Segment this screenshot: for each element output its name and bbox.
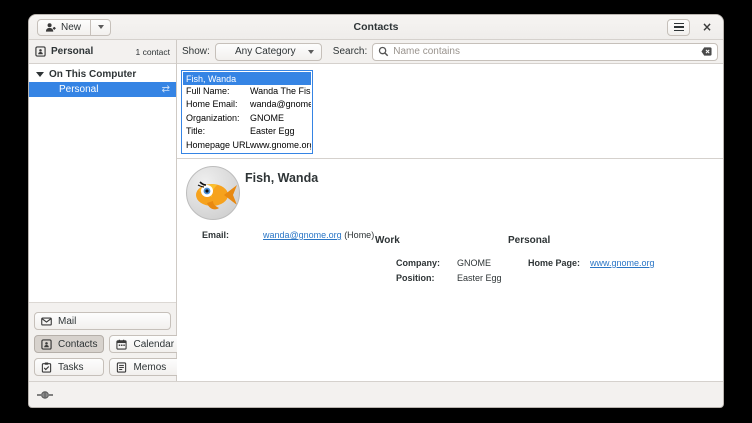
tree-item-personal[interactable]: Personal ⇄ [29,82,176,97]
clear-search-icon[interactable] [701,46,712,57]
minicard-row: Full Name: Wanda The Fish [183,85,311,98]
addressbook-tree: On This Computer Personal ⇄ [29,64,176,302]
switcher-calendar-button[interactable]: Calendar [109,335,181,353]
personal-section-header: Personal [508,235,550,246]
contact-count: 1 contact [136,47,171,57]
minicard-row: Homepage URL: www.gnome.org [183,139,311,152]
category-value: Any Category [223,46,308,57]
statusbar [29,381,723,407]
new-button-label: New [61,22,81,33]
search-label: Search: [333,46,367,57]
contact-list: Fish, Wanda Full Name: Wanda The Fish Ho… [177,64,723,159]
tree-group-on-this-computer[interactable]: On This Computer [29,67,176,82]
main-pane: Show: Any Category Search: [177,40,723,381]
mail-icon [41,316,52,327]
email-type: (Home) [342,230,375,240]
switcher-label: Tasks [58,362,84,373]
homepage-link[interactable]: www.gnome.org [590,258,655,268]
sync-icon: ⇄ [162,84,170,95]
minicard-name: Fish, Wanda [183,72,311,85]
app-menu-button[interactable] [667,19,690,36]
preview-contact-name: Fish, Wanda [245,171,318,185]
email-label: Email: [202,230,229,240]
switcher-label: Calendar [133,339,174,350]
tree-item-label: Personal [59,84,98,95]
switcher-memos-button[interactable]: Memos [109,358,181,376]
homepage-label: Home Page: [528,258,580,268]
search-icon [378,46,389,57]
hamburger-icon [674,23,684,25]
homepage-value: www.gnome.org [590,258,655,268]
fish-image [187,167,240,220]
minicard-row: Home Email: wanda@gnome.org [183,98,311,111]
company-label: Company: [396,258,440,268]
switcher-mail-button[interactable]: Mail [34,312,171,330]
close-button[interactable]: × [699,20,715,34]
contact-avatar [186,166,240,220]
memos-icon [116,362,127,373]
minicard-row: Organization: GNOME [183,112,311,125]
minicard-row: Title: Easter Egg [183,125,311,138]
tasks-icon [41,362,52,373]
new-contact-button[interactable]: New [37,19,91,36]
calendar-icon [116,339,127,350]
switcher-tasks-button[interactable]: Tasks [34,358,104,376]
new-contact-icon [45,22,56,33]
addressbook-icon [35,46,46,57]
company-value: GNOME [457,258,491,268]
show-label: Show: [182,46,210,57]
expander-icon[interactable] [36,72,44,77]
category-combobox[interactable]: Any Category [215,43,322,61]
position-label: Position: [396,273,435,283]
search-input[interactable] [393,46,697,57]
view-switcher: Mail Contacts [29,302,176,381]
online-status-icon[interactable] [37,390,53,400]
chevron-down-icon [308,50,314,54]
new-dropdown-button[interactable] [91,19,111,36]
switcher-label: Contacts [58,339,97,350]
switcher-label: Memos [133,362,166,373]
search-field[interactable] [372,43,718,61]
switcher-label: Mail [58,316,76,327]
chevron-down-icon [98,25,104,29]
contacts-icon [41,339,52,350]
work-section-header: Work [375,235,400,246]
titlebar: Contacts New × [29,15,723,40]
tree-group-label: On This Computer [49,69,136,80]
filter-toolbar: Show: Any Category Search: [177,40,723,64]
pane-header-title: Personal [51,46,93,57]
sidebar: Personal 1 contact On This Computer Pers… [29,40,177,381]
addressbook-pane-header: Personal 1 contact [29,40,176,64]
contact-preview-pane: Fish, Wanda Email: wanda@gnome.org (Home… [177,159,723,381]
email-value: wanda@gnome.org (Home) [263,230,374,240]
switcher-contacts-button[interactable]: Contacts [34,335,104,353]
window-title: Contacts [29,21,723,33]
evolution-window: Contacts New × [28,14,724,408]
contact-minicard[interactable]: Fish, Wanda Full Name: Wanda The Fish Ho… [181,70,313,154]
email-link[interactable]: wanda@gnome.org [263,230,342,240]
position-value: Easter Egg [457,273,502,283]
